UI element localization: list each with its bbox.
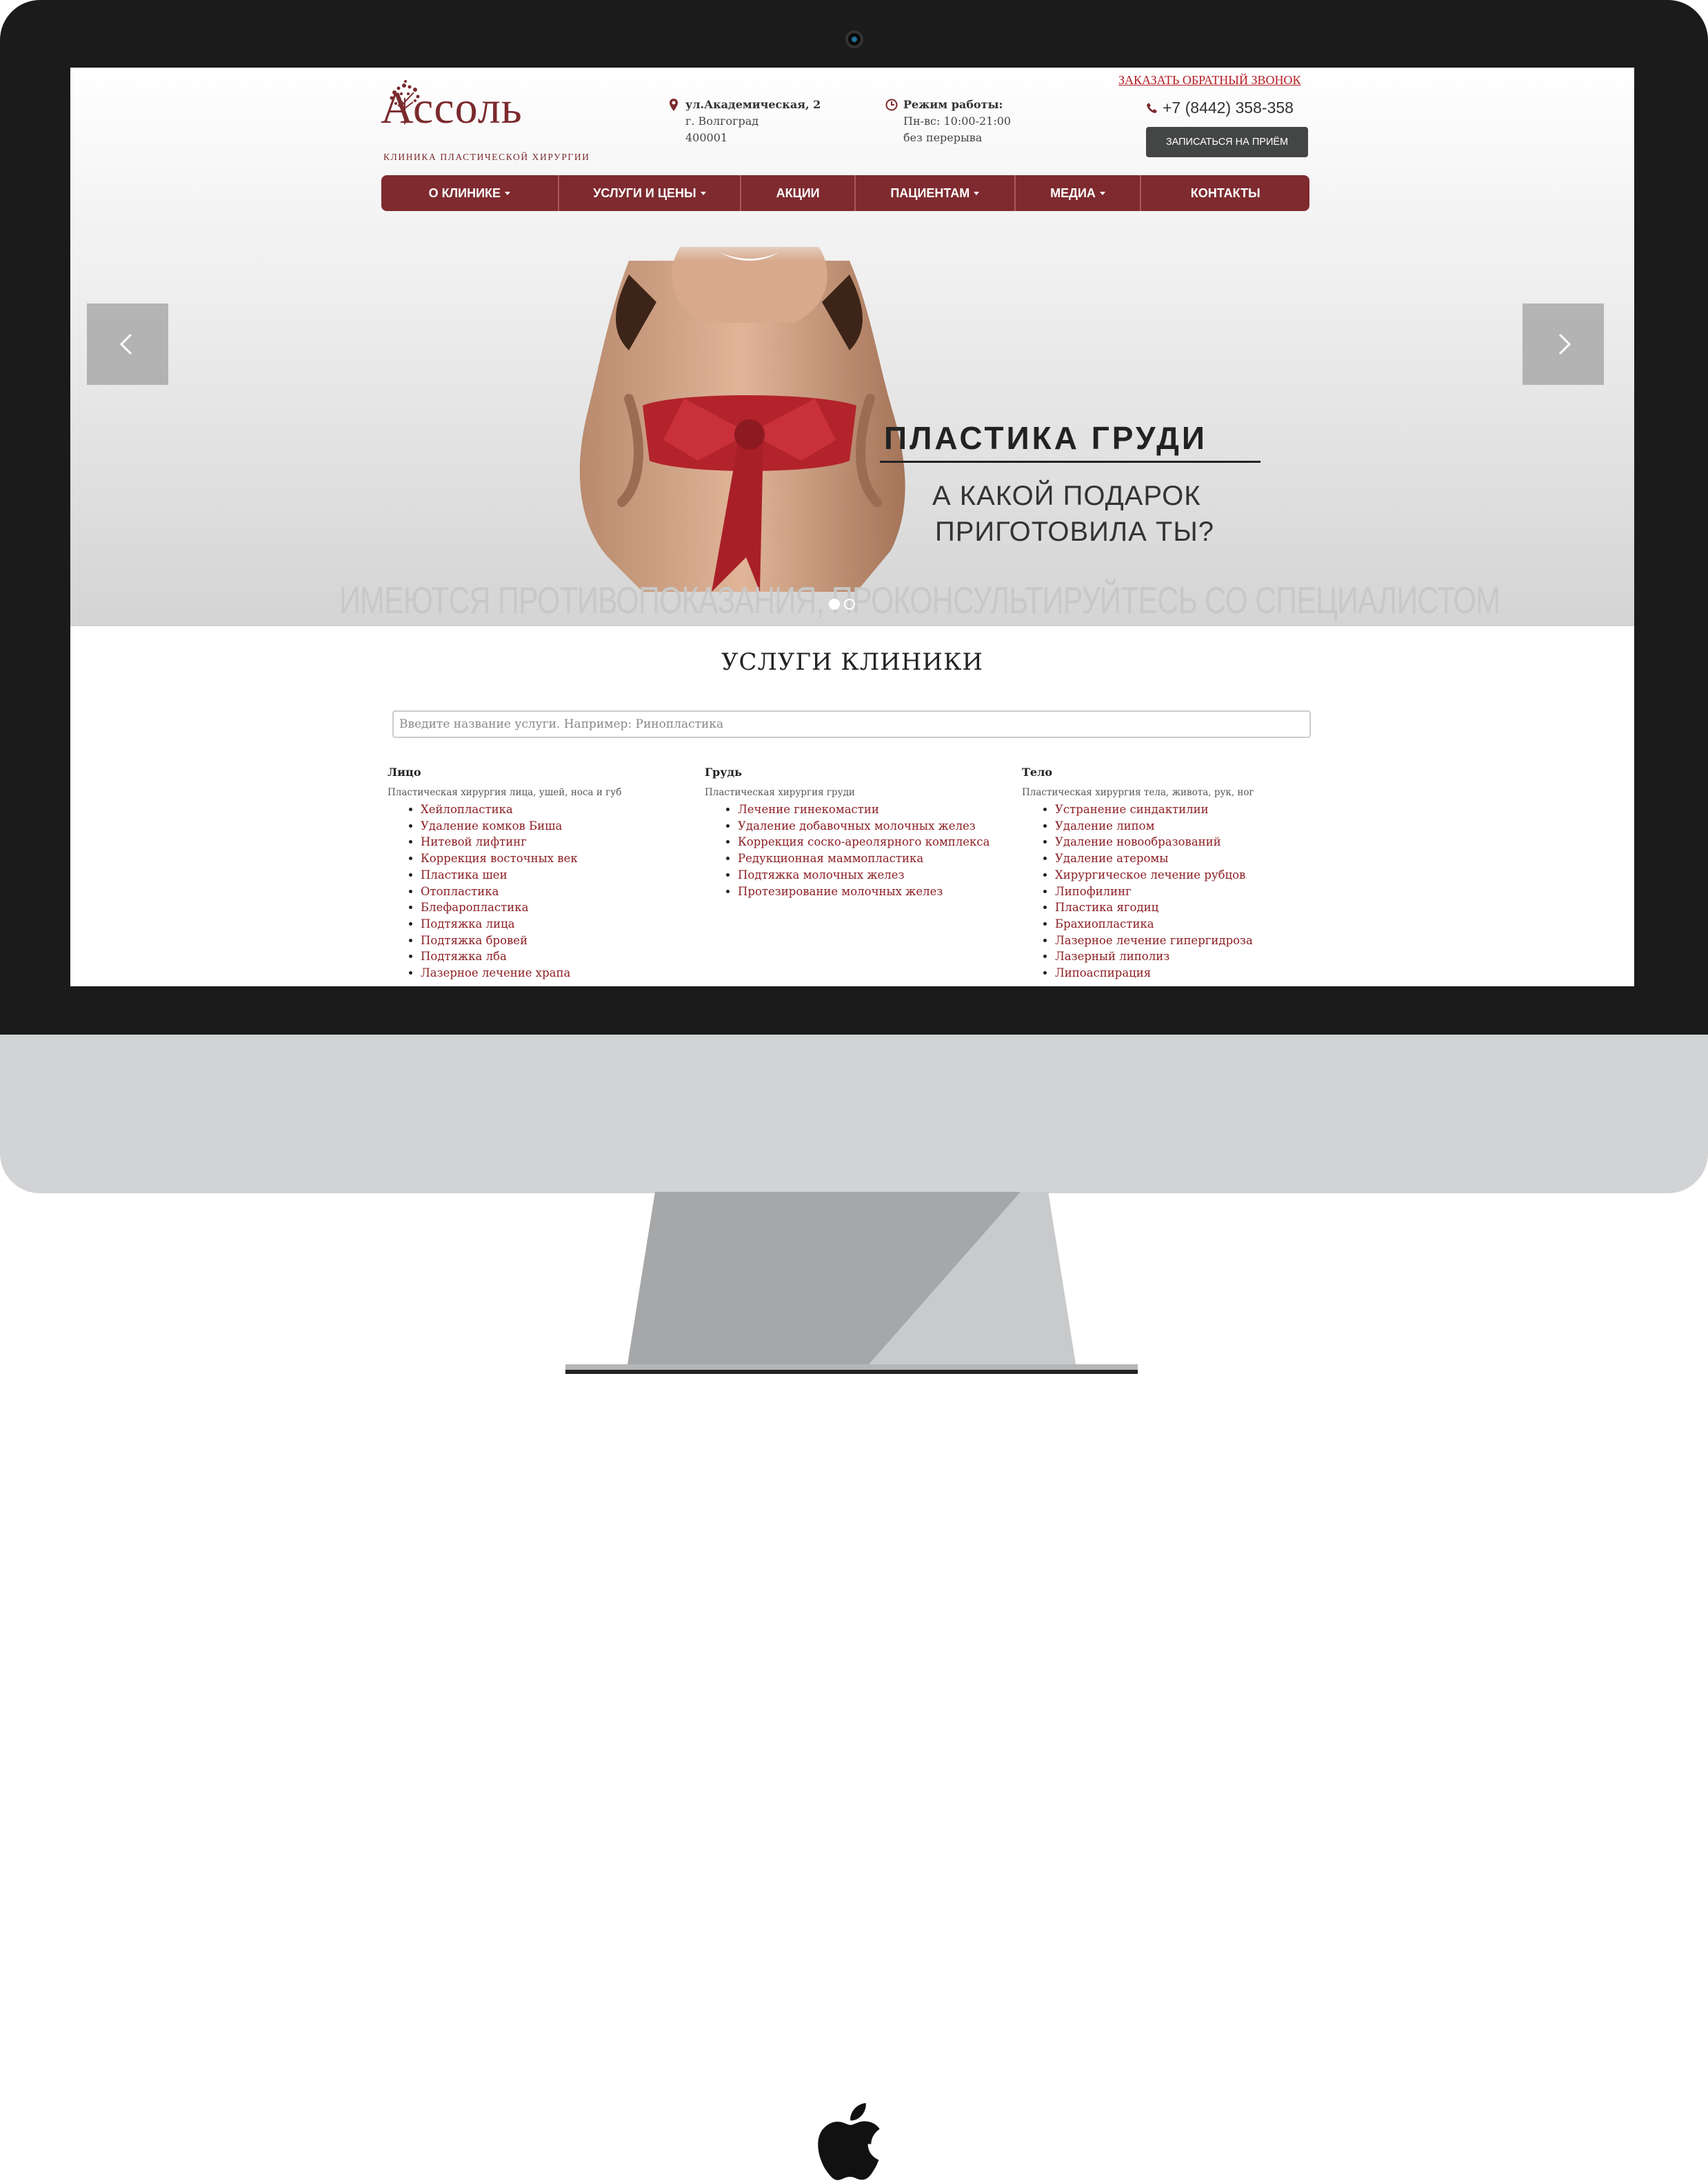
slide-disclaimer: ИМЕЮТСЯ ПРОТИВОПОКАЗАНИЯ, ПРОКОНСУЛЬТИРУ… [339, 579, 1500, 621]
slide-divider [880, 461, 1260, 463]
hours-line2: без перерыва [903, 131, 983, 144]
column-description: Пластическая хирургия лица, ушей, носа и… [388, 787, 622, 798]
service-link[interactable]: Подтяжка молочных желез [738, 867, 1015, 884]
nav-label: О КЛИНИКЕ [428, 186, 501, 200]
slide-subtitle: А КАКОЙ ПОДАРОК ПРИГОТОВИЛА ТЫ? [932, 478, 1214, 550]
column-description: Пластическая хирургия груди [705, 787, 855, 798]
service-link[interactable]: Хейлопластика [421, 801, 698, 818]
service-search-input[interactable]: Введите название услуги. Например: Риноп… [392, 710, 1311, 738]
clinic-logo[interactable]: Ассоль клиника пластической хирургии [381, 77, 590, 162]
address-line3: 400001 [685, 131, 728, 144]
column-heading: Тело [1022, 766, 1053, 779]
slide-subtitle-line1: А КАКОЙ ПОДАРОК [932, 481, 1201, 511]
service-link[interactable]: Липоаспирация [1055, 965, 1332, 981]
slider-dot-1[interactable] [829, 599, 840, 610]
service-list: Устранение синдактилии Удаление липом Уд… [1022, 801, 1332, 981]
service-link[interactable]: Пластика шеи [421, 867, 698, 884]
hours-block: Режим работы: Пн-вс: 10:00-21:00 без пер… [885, 97, 1012, 146]
slider-dot-2[interactable] [844, 599, 855, 610]
service-link[interactable]: Коррекция соско-ареолярного комплекса [738, 834, 1015, 850]
nav-item-about[interactable]: О КЛИНИКЕ [381, 175, 558, 211]
nav-label: АКЦИИ [776, 186, 820, 200]
service-link[interactable]: Блефаропластика [421, 899, 698, 916]
services-column-body: Тело Пластическая хирургия тела, живота,… [1022, 766, 1332, 981]
nav-item-contacts[interactable]: КОНТАКТЫ [1140, 175, 1309, 211]
browser-viewport: Ассоль клиника пластической хирургии ул.… [70, 68, 1634, 986]
services-column-breast: Грудь Пластическая хирургия груди Лечени… [705, 766, 1015, 899]
slide-title: ПЛАСТИКА ГРУДИ [884, 420, 1207, 456]
phone-icon [1147, 103, 1157, 113]
caret-down-icon [974, 192, 980, 195]
service-link[interactable]: Коррекция восточных век [421, 850, 698, 867]
service-link[interactable]: Подтяжка бровей [421, 933, 698, 949]
service-link[interactable]: Удаление добавочных молочных желез [738, 818, 1015, 835]
nav-item-promotions[interactable]: АКЦИИ [740, 175, 854, 211]
map-pin-icon [670, 99, 678, 111]
service-link[interactable]: Отопластика [421, 884, 698, 900]
address-line2: г. Волгоград [685, 114, 759, 128]
service-link[interactable]: Лазерное лечение гипергидроза [1055, 933, 1332, 949]
nav-label: ПАЦИЕНТАМ [890, 186, 970, 200]
caret-down-icon [700, 192, 706, 195]
main-nav: О КЛИНИКЕ УСЛУГИ И ЦЕНЫ АКЦИИ ПАЦИЕНТАМ … [381, 175, 1309, 211]
caret-down-icon [505, 192, 511, 195]
service-link[interactable]: Лазерное лечение храпа [421, 965, 698, 981]
hours-line1: Пн-вс: 10:00-21:00 [903, 114, 1012, 128]
service-link[interactable]: Хирургическое лечение рубцов [1055, 867, 1332, 884]
chevron-right-icon [1558, 333, 1571, 355]
service-link[interactable]: Брахиопластика [1055, 916, 1332, 933]
clock-icon [885, 99, 898, 111]
nav-item-media[interactable]: МЕДИА [1014, 175, 1141, 211]
address-block: ул.Академическая, 2 г. Волгоград 400001 [670, 97, 821, 146]
service-list: Лечение гинекомастии Удаление добавочных… [705, 801, 1015, 899]
phone-text: +7 (8442) 358-358 [1163, 99, 1294, 117]
callback-link[interactable]: ЗАКАЗАТЬ ОБРАТНЫЙ ЗВОНОК [1118, 73, 1301, 88]
service-link[interactable]: Лечение гинекомастии [738, 801, 1015, 818]
service-link[interactable]: Подтяжка лба [421, 948, 698, 965]
services-column-face: Лицо Пластическая хирургия лица, ушей, н… [388, 766, 698, 981]
nav-label: КОНТАКТЫ [1190, 186, 1260, 200]
nav-item-patients[interactable]: ПАЦИЕНТАМ [854, 175, 1014, 211]
nav-label: УСЛУГИ И ЦЕНЫ [593, 186, 696, 200]
service-link[interactable]: Подтяжка лица [421, 916, 698, 933]
slide-subtitle-line2: ПРИГОТОВИЛА ТЫ? [935, 517, 1215, 547]
slider-dots [829, 599, 855, 610]
webcam [845, 30, 863, 48]
service-link[interactable]: Удаление атеромы [1055, 850, 1332, 867]
service-link[interactable]: Устранение синдактилии [1055, 801, 1332, 818]
slider-next-button[interactable] [1523, 303, 1604, 385]
column-heading: Грудь [705, 766, 742, 779]
column-description: Пластическая хирургия тела, живота, рук,… [1022, 787, 1254, 798]
service-link[interactable]: Редукционная маммопластика [738, 850, 1015, 867]
caret-down-icon [1099, 192, 1105, 195]
logo-subtitle: клиника пластической хирургии [383, 152, 590, 162]
nav-item-services[interactable]: УСЛУГИ И ЦЕНЫ [557, 175, 741, 211]
address-line1: ул.Академическая, 2 [685, 98, 821, 111]
nav-label: МЕДИА [1050, 186, 1096, 200]
service-list: Хейлопластика Удаление комков Биша Нитев… [388, 801, 698, 981]
service-link[interactable]: Пластика ягодиц [1055, 899, 1332, 916]
service-link[interactable]: Удаление липом [1055, 818, 1332, 835]
service-link[interactable]: Протезирование молочных желез [738, 884, 1015, 900]
logo-wordmark: Ассоль [381, 83, 523, 133]
services-title: УСЛУГИ КЛИНИКИ [721, 648, 984, 676]
slider-prev-button[interactable] [87, 303, 168, 385]
service-link[interactable]: Удаление новообразований [1055, 834, 1332, 850]
hero-slider: ПЛАСТИКА ГРУДИ А КАКОЙ ПОДАРОК ПРИГОТОВИ… [70, 247, 1634, 626]
service-link[interactable]: Удаление комков Биша [421, 818, 698, 835]
service-link[interactable]: Лазерный липолиз [1055, 948, 1332, 965]
monitor-chin [0, 1035, 1708, 2180]
phone-number[interactable]: +7 (8442) 358-358 [1146, 99, 1294, 117]
apple-logo-icon [818, 2103, 880, 2180]
service-link[interactable]: Нитевой лифтинг [421, 834, 698, 850]
site-header: Ассоль клиника пластической хирургии ул.… [70, 68, 1634, 247]
monitor-stand [565, 1192, 1138, 1374]
column-heading: Лицо [388, 766, 421, 779]
hours-title: Режим работы: [903, 98, 1003, 111]
service-link[interactable]: Липофилинг [1055, 884, 1332, 900]
chevron-left-icon [119, 333, 132, 355]
appointment-button[interactable]: ЗАПИСАТЬСЯ НА ПРИЁМ [1146, 127, 1308, 157]
